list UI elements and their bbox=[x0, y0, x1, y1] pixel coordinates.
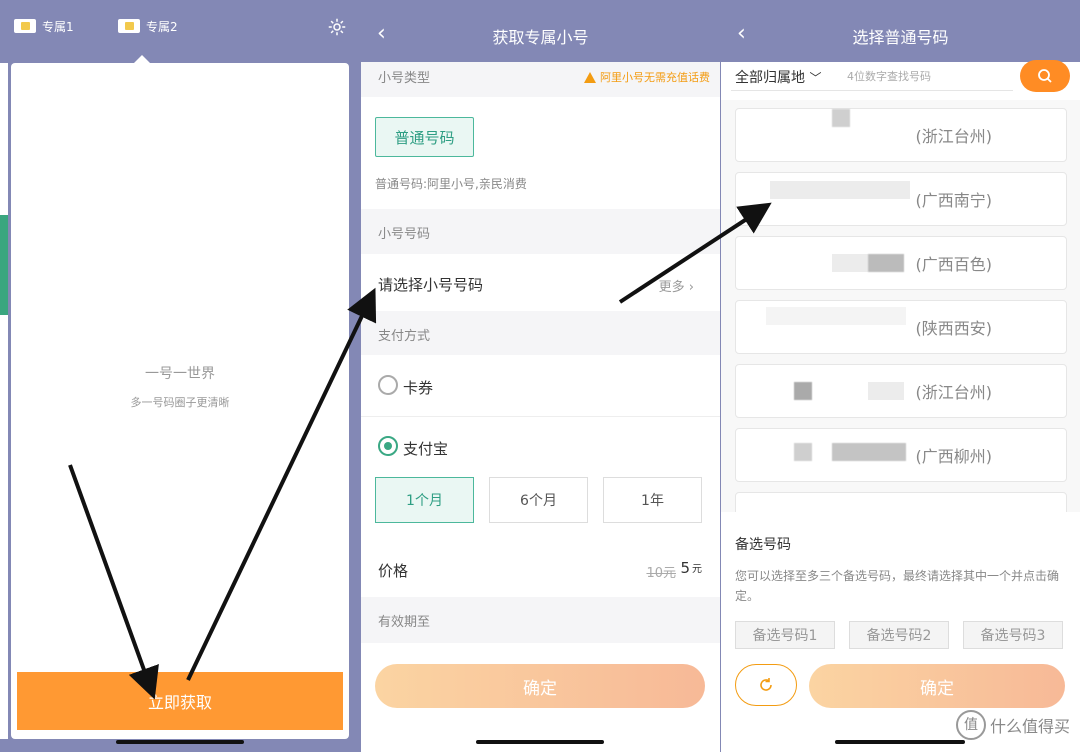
coupon-radio[interactable] bbox=[378, 375, 398, 395]
masked-number bbox=[770, 181, 910, 199]
notice: 阿里小号无需充值话费 bbox=[584, 69, 710, 85]
plain-number-button[interactable]: 普通号码 bbox=[375, 117, 474, 157]
slogan: 一号一世界 bbox=[145, 366, 215, 382]
refresh-icon bbox=[760, 678, 772, 691]
period-1-year[interactable]: 1年 bbox=[603, 477, 702, 523]
choose-number-screen: ‹ 选择普通号码 全部归属地 ﹀ 4位数字查找号码 (浙江台州) (广西南宁) … bbox=[721, 0, 1080, 752]
alternate-number-3[interactable]: 备选号码3 bbox=[963, 621, 1063, 649]
alipay-radio[interactable] bbox=[378, 436, 398, 456]
masked-number bbox=[868, 382, 904, 400]
number-option[interactable] bbox=[735, 492, 1067, 512]
home-screen: 专属1 专属2 一号一世界 多一号码圈子更清晰 立即获取 bbox=[0, 0, 360, 752]
sim-card-icon bbox=[118, 19, 140, 33]
side-strip-accent bbox=[0, 215, 8, 315]
refresh-button[interactable] bbox=[735, 664, 797, 706]
number-location: (陕西西安) bbox=[915, 319, 993, 338]
sim-tab-2[interactable]: 专属2 bbox=[118, 18, 178, 34]
home-indicator bbox=[476, 740, 604, 744]
alternate-number-1[interactable]: 备选号码1 bbox=[735, 621, 835, 649]
section-heading: 支付方式 bbox=[378, 329, 431, 344]
currency-unit: 元 bbox=[692, 564, 702, 575]
sim-tab-label: 专属1 bbox=[42, 19, 74, 34]
number-location: (浙江台州) bbox=[915, 383, 993, 402]
number-option[interactable]: (浙江台州) bbox=[735, 364, 1067, 418]
alternate-number-2[interactable]: 备选号码2 bbox=[849, 621, 949, 649]
new-price: 5 bbox=[680, 559, 690, 577]
pay-method-label: 支付宝 bbox=[403, 440, 449, 458]
section-heading: 小号号码 bbox=[378, 227, 431, 242]
home-indicator bbox=[116, 740, 244, 744]
number-location: (广西南宁) bbox=[915, 191, 993, 210]
masked-number bbox=[832, 109, 850, 127]
masked-number bbox=[766, 307, 906, 325]
old-price: 10元 bbox=[646, 566, 676, 581]
masked-number bbox=[794, 443, 812, 461]
number-option[interactable]: (浙江台州) bbox=[735, 108, 1067, 162]
valid-until-label: 有效期至 bbox=[378, 615, 431, 630]
nav-bar: ‹ 选择普通号码 bbox=[721, 0, 1080, 62]
more-link[interactable]: 更多 › bbox=[659, 276, 694, 295]
gear-icon[interactable] bbox=[328, 18, 346, 36]
search-button[interactable] bbox=[1020, 60, 1070, 92]
sim-card-icon bbox=[14, 19, 36, 33]
alternate-numbers-desc: 您可以选择至多三个备选号码，最终请选择其中一个并点击确定。 bbox=[735, 569, 1060, 603]
number-option[interactable]: (陕西西安) bbox=[735, 300, 1067, 354]
search-input[interactable]: 4位数字查找号码 bbox=[847, 68, 931, 84]
area-select[interactable]: 全部归属地 ﹀ bbox=[735, 67, 821, 87]
period-6-months[interactable]: 6个月 bbox=[489, 477, 588, 523]
divider bbox=[361, 416, 720, 417]
number-option[interactable]: (广西柳州) bbox=[735, 428, 1067, 482]
watermark-logo: 值 bbox=[955, 710, 986, 740]
number-option[interactable]: (广西南宁) bbox=[735, 172, 1067, 226]
period-1-month[interactable]: 1个月 bbox=[375, 477, 474, 523]
area-select-label: 全部归属地 bbox=[735, 70, 805, 86]
number-location: (广西柳州) bbox=[915, 447, 993, 466]
choose-number-label: 请选择小号号码 bbox=[378, 276, 484, 294]
search-icon bbox=[1038, 69, 1052, 83]
price-label: 价格 bbox=[378, 562, 409, 580]
alternate-numbers-title: 备选号码 bbox=[735, 537, 791, 553]
confirm-button[interactable]: 确定 bbox=[375, 664, 705, 708]
masked-number bbox=[794, 382, 812, 400]
masked-number bbox=[832, 254, 868, 272]
home-indicator bbox=[835, 740, 965, 744]
get-number-button[interactable]: 立即获取 bbox=[17, 672, 343, 730]
page-title: 选择普通号码 bbox=[852, 28, 949, 47]
number-location: (浙江台州) bbox=[915, 127, 993, 146]
nav-bar: ‹ 获取专属小号 bbox=[361, 0, 720, 62]
get-number-screen: ‹ 获取专属小号 小号类型 阿里小号无需充值话费 普通号码 普通号码:阿里小号,… bbox=[361, 0, 720, 752]
sim-tab-label: 专属2 bbox=[146, 19, 178, 34]
masked-number bbox=[868, 254, 904, 272]
masked-number bbox=[832, 443, 906, 461]
confirm-button[interactable]: 确定 bbox=[809, 664, 1065, 708]
sim-tab-1[interactable]: 专属1 bbox=[14, 18, 74, 34]
chevron-down-icon: ﹀ bbox=[809, 71, 822, 85]
warning-icon bbox=[584, 71, 596, 83]
number-location: (广西百色) bbox=[915, 255, 993, 274]
notice-text: 阿里小号无需充值话费 bbox=[600, 71, 710, 84]
watermark-text: 什么值得买 bbox=[989, 717, 1070, 736]
page-title: 获取专属小号 bbox=[492, 28, 589, 47]
slogan-subtitle: 多一号码圈子更清晰 bbox=[130, 396, 230, 409]
pay-method-label: 卡券 bbox=[403, 379, 434, 397]
plain-number-desc: 普通号码:阿里小号,亲民消费 bbox=[375, 177, 527, 191]
number-list: (浙江台州) (广西南宁) (广西百色) (陕西西安) (浙江台州) (广西柳州… bbox=[721, 100, 1080, 512]
watermark: 值 什么值得买 bbox=[955, 710, 1070, 740]
number-option[interactable]: (广西百色) bbox=[735, 236, 1067, 290]
